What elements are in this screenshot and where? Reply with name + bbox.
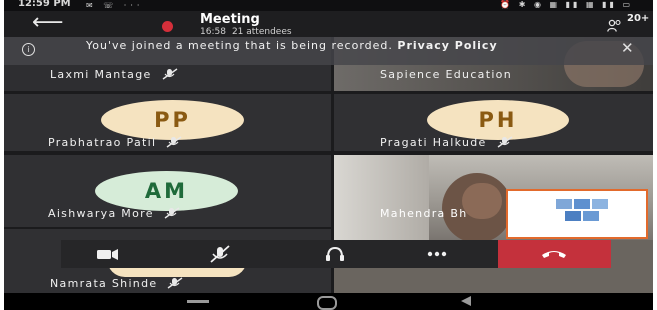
mic-button[interactable] — [196, 240, 244, 268]
mic-off-icon — [162, 68, 177, 80]
home-icon[interactable] — [317, 296, 337, 310]
back-arrow-icon[interactable]: ⟵ — [32, 12, 64, 34]
participant-name: Sapience Education — [380, 68, 512, 81]
call-controls — [61, 240, 611, 268]
participant-name: Mahendra Bh — [380, 207, 468, 220]
meeting-duration: 16:58 — [200, 27, 226, 37]
participant-tile[interactable]: PP Prabhatrao Patil — [4, 94, 331, 151]
signal-battery-icons: ⏰ ✱ ◉ ▦ ▮▮ ▦ ▮▮ ▭ — [500, 0, 633, 9]
person-face — [462, 183, 502, 219]
camera-button[interactable] — [85, 240, 133, 268]
participant-video[interactable]: Mahendra Bh — [334, 155, 653, 240]
audio-button[interactable] — [311, 240, 359, 268]
status-time: 12:59 PM — [18, 0, 71, 9]
mic-off-icon — [497, 136, 513, 148]
info-icon: i — [22, 43, 35, 56]
participants-count: 20+ — [627, 13, 650, 24]
hang-up-icon — [542, 251, 566, 258]
meeting-title: Meeting — [200, 12, 260, 27]
recording-banner: i You've joined a meeting that is being … — [4, 37, 653, 65]
avatar: AM — [95, 171, 238, 211]
attendee-count: 21 attendees — [231, 27, 292, 37]
participant-name: Aishwarya More — [48, 207, 154, 220]
camera-icon — [97, 249, 118, 260]
shared-screen-slide — [506, 189, 648, 239]
participant-name: Pragati Halkude — [380, 136, 487, 149]
wall — [334, 155, 429, 240]
system-nav-bar — [4, 293, 653, 310]
close-icon[interactable]: ✕ — [621, 39, 634, 57]
mic-off-icon — [164, 207, 180, 219]
people-icon[interactable] — [607, 19, 623, 33]
more-icon — [427, 251, 447, 257]
participant-name: Prabhatrao Patil — [48, 136, 157, 149]
mic-off-icon — [210, 245, 230, 263]
hexagon-diagram — [556, 199, 616, 231]
recent-apps-icon[interactable] — [187, 300, 209, 303]
meeting-subtitle: 16:58 21 attendees — [200, 27, 298, 37]
system-back-icon[interactable] — [461, 296, 471, 306]
mic-off-icon — [166, 136, 182, 148]
participant-tile[interactable]: PH Pragati Halkude — [334, 94, 653, 151]
recording-banner-text: You've joined a meeting that is being re… — [86, 40, 526, 52]
meeting-header: ⟵ Meeting 16:58 21 attendees 20+ — [4, 11, 653, 37]
more-button[interactable] — [413, 240, 461, 268]
mic-off-icon — [168, 277, 183, 289]
avatar: PP — [101, 100, 244, 140]
banner-message: You've joined a meeting that is being re… — [86, 39, 393, 52]
participant-name: Laxmi Mantage — [50, 68, 152, 81]
meeting-screen: 12:59 PM ✉ ☏ ··· ⏰ ✱ ◉ ▦ ▮▮ ▦ ▮▮ ▭ ⟵ Mee… — [4, 0, 653, 310]
privacy-policy-link[interactable]: Privacy Policy — [397, 39, 497, 52]
avatar: PH — [427, 100, 569, 140]
hang-up-button[interactable] — [498, 240, 611, 268]
participant-tile[interactable]: AM Aishwarya More — [4, 155, 331, 227]
notification-icons: ✉ ☏ ··· — [86, 1, 144, 10]
headset-icon — [326, 246, 344, 261]
recording-indicator-icon — [162, 21, 173, 32]
participant-name: Namrata Shinde — [50, 277, 158, 290]
status-bar: 12:59 PM ✉ ☏ ··· ⏰ ✱ ◉ ▦ ▮▮ ▦ ▮▮ ▭ — [4, 0, 653, 11]
